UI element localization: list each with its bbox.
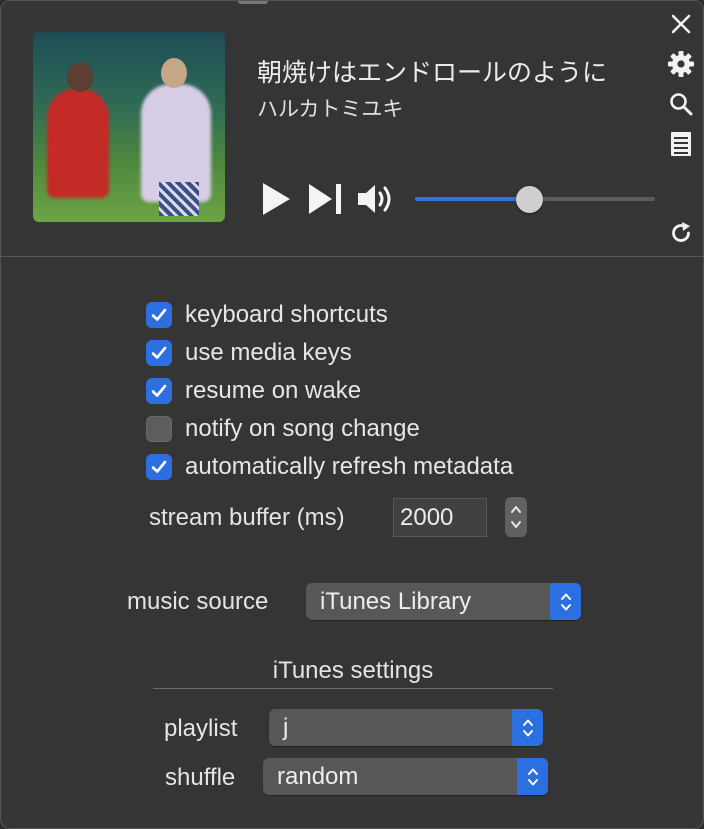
checkmark-icon (151, 346, 167, 359)
checkmark-icon (151, 308, 167, 321)
up-down-chevron-icon (522, 719, 533, 736)
media-keys-checkbox[interactable] (146, 340, 172, 366)
checkmark-icon (151, 460, 167, 473)
search-icon (670, 93, 693, 116)
chevron-up-icon[interactable] (510, 504, 522, 514)
section-divider (153, 688, 553, 689)
music-source-label: music source (127, 588, 269, 615)
volume-button[interactable] (355, 181, 397, 217)
song-artist: ハルカトミユキ (257, 98, 404, 121)
itunes-settings-heading: iTunes settings (272, 657, 434, 684)
checkbox-label: notify on song change (185, 415, 420, 442)
stream-buffer-input[interactable]: 2000 (393, 498, 487, 537)
player-window: 朝焼けはエンドロールのように ハルカトミユキ keyboard shortcut… (0, 0, 704, 829)
album-art (33, 32, 225, 222)
close-icon (671, 14, 691, 34)
next-track-button[interactable] (305, 181, 345, 217)
checkmark-icon (151, 384, 167, 397)
volume-slider[interactable] (415, 186, 655, 213)
select-arrows (517, 758, 548, 795)
keyboard-shortcuts-checkbox[interactable] (146, 302, 172, 328)
close-button[interactable] (665, 9, 697, 39)
header-divider (1, 256, 703, 257)
chevron-down-icon[interactable] (510, 520, 522, 530)
gear-icon (668, 51, 694, 77)
refresh-icon (672, 222, 690, 242)
checkbox-label: automatically refresh metadata (185, 453, 514, 480)
up-down-chevron-icon (527, 768, 538, 785)
checkbox-row-resume-on-wake[interactable]: resume on wake (146, 376, 361, 406)
playlist-value: j (283, 714, 289, 741)
song-title: 朝焼けはエンドロールのように (257, 59, 608, 87)
volume-fill (415, 197, 530, 201)
checkbox-label: use media keys (185, 339, 352, 366)
stream-buffer-stepper[interactable] (505, 497, 527, 537)
play-button[interactable] (259, 181, 293, 217)
checkbox-label: keyboard shortcuts (185, 301, 388, 328)
select-arrows (512, 709, 543, 746)
playlist-select[interactable]: j (269, 709, 543, 746)
settings-button[interactable] (665, 49, 697, 79)
list-icon (671, 132, 691, 156)
stream-buffer-label: stream buffer (ms) (149, 504, 345, 531)
volume-knob[interactable] (516, 186, 543, 213)
notify-song-change-checkbox[interactable] (146, 416, 172, 442)
checkbox-row-auto-refresh-metadata[interactable]: automatically refresh metadata (146, 452, 513, 482)
select-arrows (550, 583, 581, 620)
shuffle-select[interactable]: random (263, 758, 548, 795)
popover-arrow (238, 1, 268, 4)
checkbox-row-keyboard-shortcuts[interactable]: keyboard shortcuts (146, 300, 388, 330)
shuffle-value: random (277, 763, 359, 790)
shuffle-label: shuffle (165, 764, 236, 791)
refresh-button[interactable] (665, 218, 697, 248)
search-button[interactable] (665, 89, 697, 119)
playlist-button[interactable] (665, 129, 697, 159)
skip-next-icon (309, 184, 341, 214)
auto-refresh-metadata-checkbox[interactable] (146, 454, 172, 480)
resume-on-wake-checkbox[interactable] (146, 378, 172, 404)
speaker-volume-icon (358, 185, 391, 213)
music-source-value: iTunes Library (320, 588, 472, 615)
up-down-chevron-icon (560, 593, 571, 610)
checkbox-row-notify-song-change[interactable]: notify on song change (146, 414, 420, 444)
checkbox-row-media-keys[interactable]: use media keys (146, 338, 352, 368)
playlist-label: playlist (164, 715, 238, 742)
play-icon (263, 183, 290, 215)
music-source-select[interactable]: iTunes Library (306, 583, 581, 620)
checkbox-label: resume on wake (185, 377, 362, 404)
